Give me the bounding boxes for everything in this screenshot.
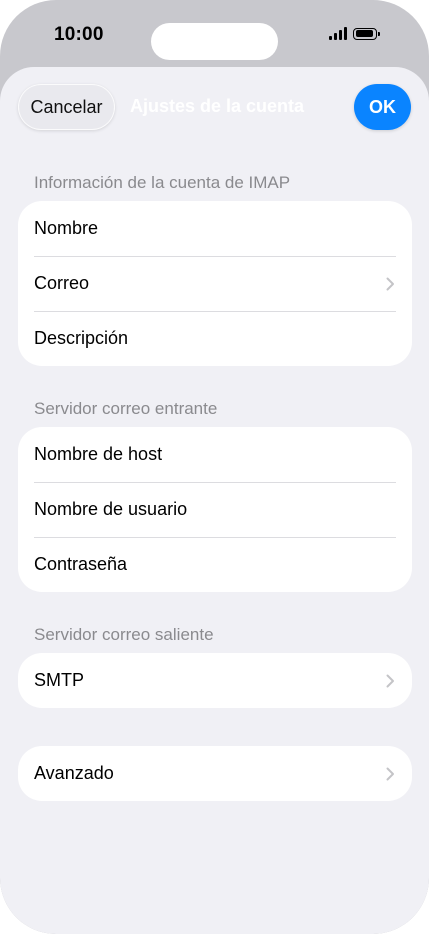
row-description-label: Descripción xyxy=(34,328,129,348)
row-email[interactable]: Correo xyxy=(18,256,412,311)
status-bar: 10:00 xyxy=(0,0,429,70)
section-header-outgoing: Servidor correo saliente xyxy=(34,625,214,644)
dynamic-island xyxy=(151,23,278,60)
ok-button[interactable]: OK xyxy=(354,84,411,130)
row-description[interactable]: Descripción xyxy=(18,311,412,366)
cancel-button[interactable]: Cancelar xyxy=(18,84,115,130)
group-incoming-server: Nombre de host Nombre de usuario Contras… xyxy=(18,427,412,592)
group-advanced: Avanzado xyxy=(18,746,412,801)
row-password-label: Contraseña xyxy=(34,554,128,574)
cellular-signal-icon xyxy=(329,27,347,40)
row-advanced[interactable]: Avanzado xyxy=(18,746,412,801)
row-hostname[interactable]: Nombre de host xyxy=(18,427,412,482)
group-outgoing-server: SMTP xyxy=(18,653,412,708)
row-password[interactable]: Contraseña xyxy=(18,537,412,592)
nav-bar: Cancelar Ajustes de la cuenta OK xyxy=(0,67,429,147)
nav-title: Ajustes de la cuenta xyxy=(130,96,305,116)
account-settings-sheet: Cancelar Ajustes de la cuenta OK Informa… xyxy=(0,67,429,934)
row-username[interactable]: Nombre de usuario xyxy=(18,482,412,537)
row-hostname-label: Nombre de host xyxy=(34,444,163,464)
row-advanced-label: Avanzado xyxy=(34,763,114,783)
status-icons xyxy=(329,27,380,40)
battery-icon xyxy=(353,27,380,40)
row-email-label: Correo xyxy=(34,273,90,293)
group-account-info: Nombre Correo Descripción xyxy=(18,201,412,366)
row-name-label: Nombre xyxy=(34,218,99,238)
row-smtp-label: SMTP xyxy=(34,670,85,690)
chevron-right-icon xyxy=(386,277,394,290)
section-header-incoming: Servidor correo entrante xyxy=(34,399,218,418)
chevron-right-icon xyxy=(386,767,394,780)
phone-frame: 10:00 Cancelar Ajustes de la cuenta OK I… xyxy=(0,0,429,934)
row-name[interactable]: Nombre xyxy=(18,201,412,256)
row-username-label: Nombre de usuario xyxy=(34,499,188,519)
status-time: 10:00 xyxy=(54,24,104,45)
chevron-right-icon xyxy=(386,674,394,687)
section-header-account-info: Información de la cuenta de IMAP xyxy=(34,173,291,192)
row-smtp[interactable]: SMTP xyxy=(18,653,412,708)
